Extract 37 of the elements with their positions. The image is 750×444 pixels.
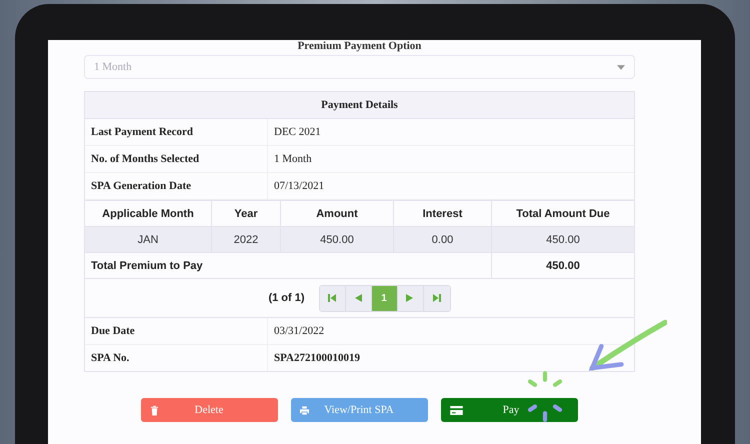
table-cell: 450.00 (492, 227, 634, 253)
previous-page-button[interactable] (346, 286, 372, 310)
caret-icon (617, 64, 625, 70)
section-title: Premium Payment Option (296, 40, 422, 53)
table-cell: 2022 (212, 227, 281, 253)
row-value: SPA272100010019 (273, 351, 360, 366)
last-page-icon (432, 293, 442, 303)
pay-button[interactable]: Pay (441, 398, 578, 422)
table-cell: JAN (85, 227, 212, 253)
trash-icon (150, 404, 159, 416)
left-triangle-icon (353, 293, 364, 303)
row-label: SPA Generation Date (85, 173, 268, 199)
right-triangle-icon (405, 293, 416, 303)
row-label: SPA No. (85, 345, 268, 371)
first-page-button[interactable] (320, 286, 346, 310)
first-page-icon (327, 293, 338, 303)
print-button[interactable]: View/Print SPA (291, 398, 428, 422)
delete-button[interactable]: Delete (141, 398, 278, 422)
total-value: 450.00 (492, 253, 634, 279)
credit-card-icon (450, 406, 463, 414)
page-number-button[interactable]: 1 (372, 286, 398, 310)
row-label: No. of Months Selected (85, 146, 268, 172)
table-cell: 450.00 (281, 227, 394, 253)
table-title: Payment Details (85, 92, 634, 119)
row-value: DEC 2021 (273, 125, 321, 140)
row-value: 1 Month (273, 152, 312, 167)
total-label: Total Premium to Pay (85, 253, 492, 279)
row-label: Due Date (85, 318, 268, 344)
printer-icon (300, 404, 309, 416)
table-cell: 0.00 (394, 227, 492, 253)
row-label: Last Payment Record (85, 119, 268, 145)
premium-option-dropdown[interactable]: 1 Month (84, 55, 635, 79)
next-page-button[interactable] (398, 286, 424, 310)
row-value: 07/13/2021 (273, 179, 324, 194)
last-page-button[interactable] (424, 286, 450, 310)
row-value: 03/31/2022 (273, 324, 324, 339)
page-summary: (1 of 1) (268, 292, 305, 304)
